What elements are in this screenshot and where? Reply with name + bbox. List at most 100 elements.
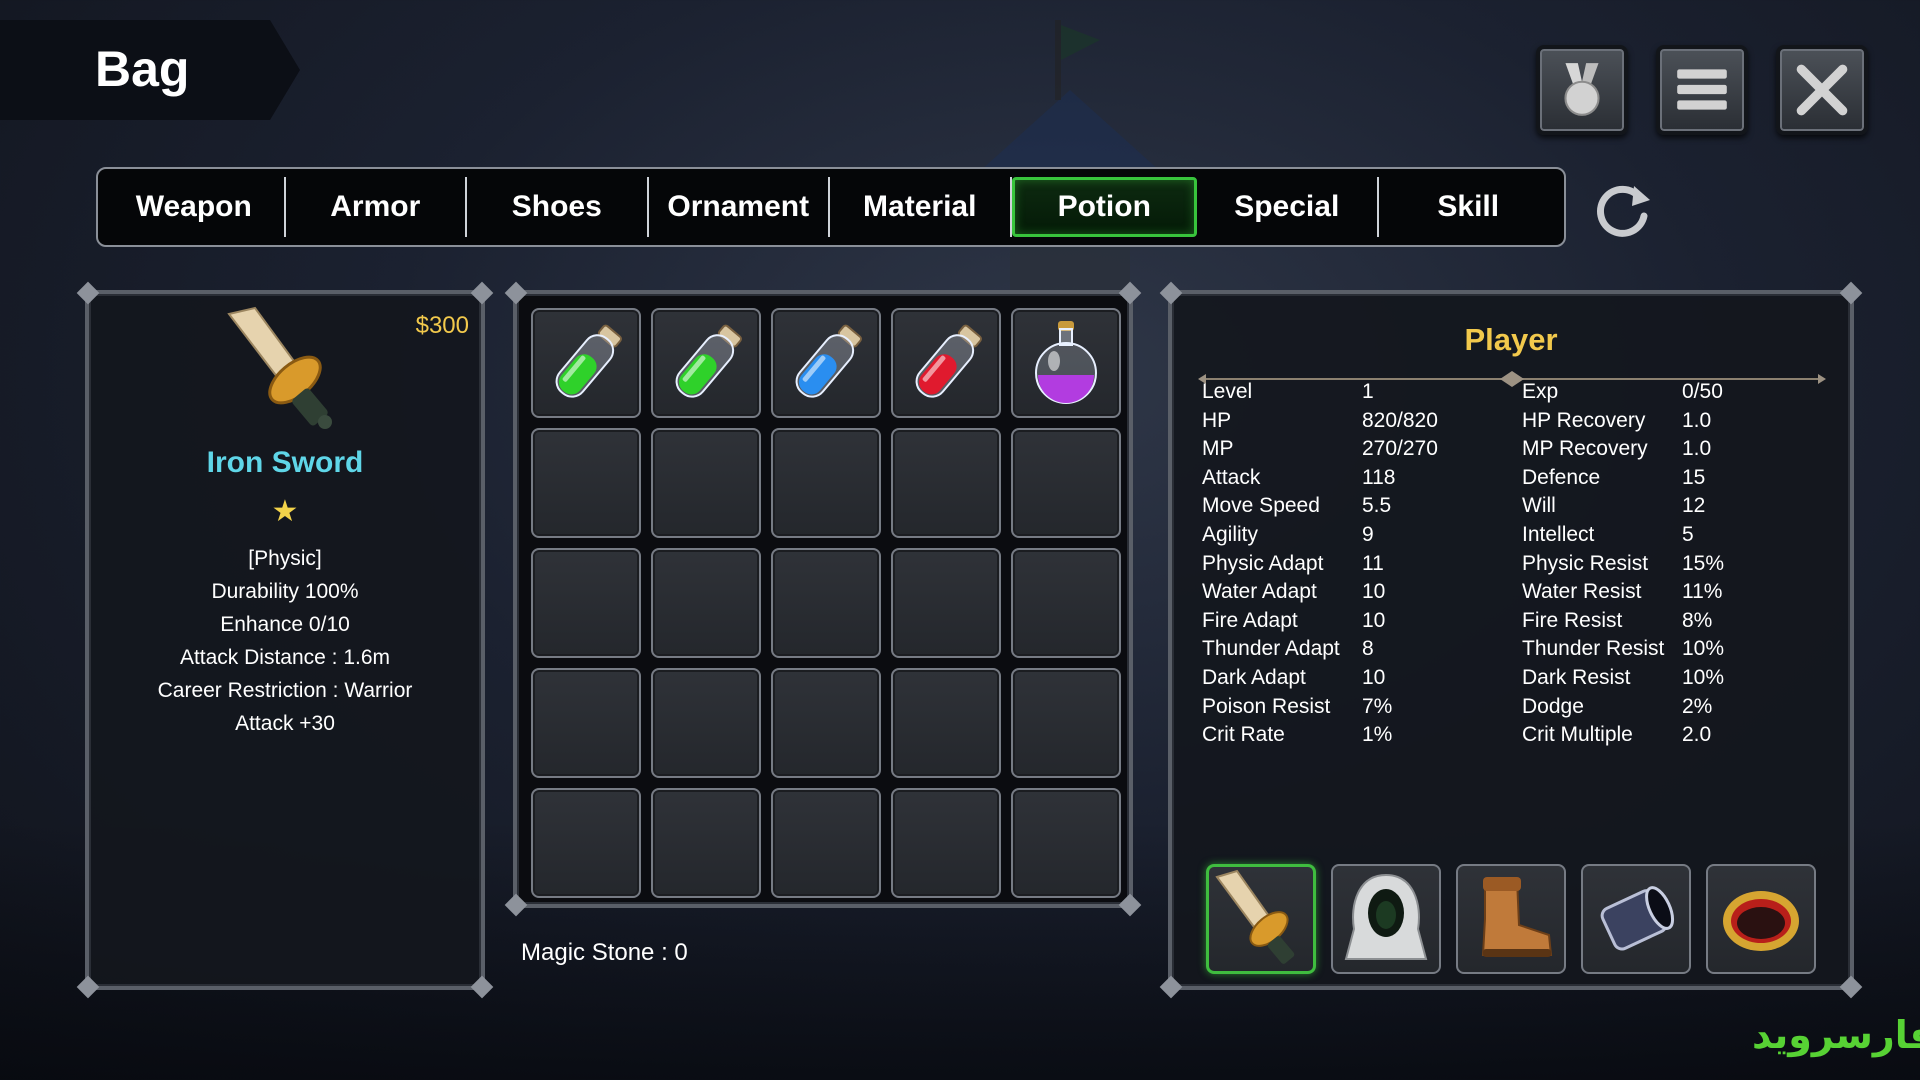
leather-boot-icon bbox=[1481, 877, 1553, 957]
blue-potion-icon bbox=[795, 324, 862, 398]
inventory-grid bbox=[531, 308, 1121, 898]
inventory-slot-purple-flask[interactable] bbox=[1011, 308, 1121, 418]
inventory-slot-red-potion[interactable] bbox=[891, 308, 1001, 418]
watermark-logo: فارسروید bbox=[1752, 1015, 1920, 1057]
inventory-slot-empty[interactable] bbox=[891, 548, 1001, 658]
stat-label: HP Recovery bbox=[1522, 408, 1646, 432]
stat-label: Dodge bbox=[1522, 694, 1584, 718]
tab-ornament[interactable]: Ornament bbox=[649, 177, 830, 237]
inventory-slot-empty[interactable] bbox=[531, 428, 641, 538]
medal-icon bbox=[1564, 63, 1600, 116]
stat-value: 2.0 bbox=[1682, 723, 1712, 747]
inventory-slot-empty[interactable] bbox=[1011, 548, 1121, 658]
inventory-slot-empty[interactable] bbox=[651, 428, 761, 538]
stat-label: MP bbox=[1202, 437, 1234, 461]
inventory-slot-green-potion[interactable] bbox=[531, 308, 641, 418]
inventory-slot-empty[interactable] bbox=[891, 788, 1001, 898]
stat-value: 15 bbox=[1682, 465, 1706, 489]
stat-label: Thunder Resist bbox=[1522, 637, 1665, 661]
inventory-slot-empty[interactable] bbox=[1011, 428, 1121, 538]
stat-value: 10 bbox=[1362, 666, 1386, 689]
stat-value: 1% bbox=[1362, 723, 1393, 747]
red-potion-icon bbox=[915, 324, 982, 398]
stat-label: Dark Adapt bbox=[1202, 666, 1306, 689]
stat-label: Physic Resist bbox=[1522, 551, 1649, 575]
menu-button[interactable] bbox=[1656, 45, 1748, 135]
tab-armor[interactable]: Armor bbox=[286, 177, 467, 237]
inventory-slot-empty[interactable] bbox=[651, 668, 761, 778]
stat-value: 11% bbox=[1682, 580, 1723, 604]
stat-label: Crit Rate bbox=[1202, 723, 1285, 747]
tab-potion[interactable]: Potion bbox=[1011, 177, 1197, 237]
stat-value: 7% bbox=[1362, 694, 1393, 718]
equipment-slot-leather-boot[interactable] bbox=[1456, 864, 1566, 974]
item-detail-panel: $300 Iron Sword ★ [Physic] Durability 10… bbox=[76, 281, 494, 999]
inventory-slot-empty[interactable] bbox=[771, 788, 881, 898]
close-button[interactable] bbox=[1776, 45, 1868, 135]
inventory-slot-empty[interactable] bbox=[531, 668, 641, 778]
equipment-slot-bracer[interactable] bbox=[1581, 864, 1691, 974]
inventory-slot-empty[interactable] bbox=[891, 668, 1001, 778]
stat-label: Dark Resist bbox=[1522, 666, 1631, 689]
inventory-slot-blue-potion[interactable] bbox=[771, 308, 881, 418]
tab-weapon[interactable]: Weapon bbox=[104, 177, 286, 237]
stat-label: Move Speed bbox=[1202, 494, 1320, 518]
inventory-slot-empty[interactable] bbox=[1011, 788, 1121, 898]
inventory-slot-green-potion[interactable] bbox=[651, 308, 761, 418]
item-attributes: [Physic] Durability 100% Enhance 0/10 At… bbox=[89, 542, 481, 740]
inventory-slot-empty[interactable] bbox=[1011, 668, 1121, 778]
stat-value: 11 bbox=[1362, 551, 1384, 575]
equipment-slot-iron-sword[interactable] bbox=[1206, 864, 1316, 974]
stat-value: 15% bbox=[1682, 551, 1725, 575]
stat-label: MP Recovery bbox=[1522, 437, 1648, 461]
stat-label: Exp bbox=[1522, 380, 1559, 403]
inventory-slot-empty[interactable] bbox=[771, 668, 881, 778]
green-potion-icon bbox=[555, 324, 622, 398]
inventory-slot-empty[interactable] bbox=[771, 548, 881, 658]
medal-button[interactable] bbox=[1536, 45, 1628, 135]
tab-special[interactable]: Special bbox=[1197, 177, 1379, 237]
inventory-slot-empty[interactable] bbox=[531, 548, 641, 658]
tab-shoes[interactable]: Shoes bbox=[467, 177, 649, 237]
close-icon bbox=[1796, 64, 1848, 116]
item-attribute: Attack Distance : 1.6m bbox=[179, 646, 391, 669]
stat-label: Intellect bbox=[1522, 523, 1595, 546]
item-attribute: Durability 100% bbox=[211, 580, 359, 603]
hamburger-menu-icon bbox=[1677, 69, 1727, 110]
inventory-slot-empty[interactable] bbox=[771, 428, 881, 538]
stat-label: Will bbox=[1522, 494, 1556, 518]
tab-material[interactable]: Material bbox=[830, 177, 1012, 237]
purple-flask-icon bbox=[1035, 321, 1097, 404]
star-icon: ★ bbox=[271, 495, 299, 528]
inventory-slot-empty[interactable] bbox=[651, 788, 761, 898]
tab-skill[interactable]: Skill bbox=[1379, 177, 1559, 237]
stat-value: 1 bbox=[1362, 380, 1374, 403]
stat-label: Thunder Adapt bbox=[1202, 637, 1340, 661]
item-name: Iron Sword bbox=[206, 446, 364, 479]
stat-value: 12 bbox=[1682, 494, 1706, 518]
equipment-slot-hood-armor[interactable] bbox=[1331, 864, 1441, 974]
stat-label: Water Adapt bbox=[1202, 580, 1317, 604]
stat-value: 2% bbox=[1682, 694, 1713, 718]
stat-label: Defence bbox=[1522, 465, 1601, 489]
stat-value: 10% bbox=[1682, 666, 1725, 689]
equipment-slot-gold-ring[interactable] bbox=[1706, 864, 1816, 974]
inventory-slot-empty[interactable] bbox=[651, 548, 761, 658]
stat-value: 5.5 bbox=[1362, 494, 1392, 518]
stat-label: Water Resist bbox=[1522, 580, 1642, 604]
inventory-panel bbox=[504, 281, 1142, 917]
item-price: $300 bbox=[415, 312, 469, 339]
stat-value: 270/270 bbox=[1362, 437, 1438, 461]
refresh-icon[interactable] bbox=[1590, 176, 1656, 242]
magic-stone-count: Magic Stone : 0 bbox=[521, 939, 688, 966]
inventory-slot-empty[interactable] bbox=[891, 428, 1001, 538]
category-tab-bar: Weapon Armor Shoes Ornament Material Pot… bbox=[96, 167, 1566, 247]
inventory-slot-empty[interactable] bbox=[531, 788, 641, 898]
item-attribute: Career Restriction : Warrior bbox=[157, 679, 413, 702]
stat-value: 5 bbox=[1682, 523, 1694, 546]
stat-label: Attack bbox=[1202, 465, 1261, 489]
stat-value: 10 bbox=[1362, 580, 1386, 604]
stat-label: Fire Resist bbox=[1522, 608, 1623, 632]
stat-value: 1.0 bbox=[1682, 408, 1712, 432]
green-potion-icon bbox=[675, 324, 742, 398]
